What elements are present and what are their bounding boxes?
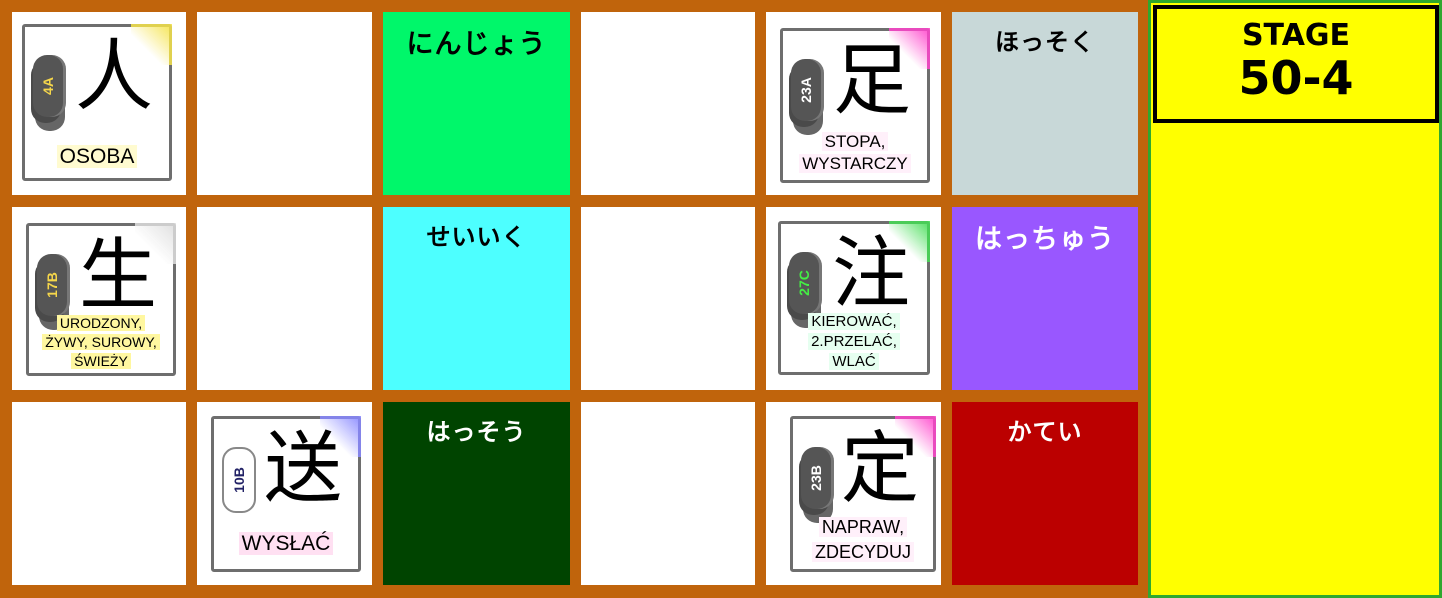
kanji-card: 23B 定 NAPRAW, ZDECYDUJ	[790, 416, 936, 572]
stage-code: 27C	[796, 270, 812, 296]
kanji-character: 人	[74, 32, 153, 122]
empty-tile[interactable]	[581, 12, 755, 195]
stage-code: 23B	[808, 465, 824, 491]
kanji-meaning: KIEROWAĆ, 2.PRZELAĆ, WLAĆ	[785, 312, 923, 372]
kanji-tile-fix[interactable]: 23B 定 NAPRAW, ZDECYDUJ	[766, 402, 941, 585]
meaning-line: STOPA,	[821, 132, 889, 151]
meaning-line: 2.PRZELAĆ,	[808, 333, 900, 350]
kanji-tile-foot[interactable]: 23A 足 STOPA, WYSTARCZY	[766, 12, 941, 195]
kanji-card: 17B 生 URODZONY, ŻYWY, SUROWY, ŚWIEŻY	[26, 223, 176, 376]
reading-text: はっちゅう	[975, 224, 1115, 255]
empty-tile[interactable]	[12, 402, 186, 585]
kanji-character: 足	[832, 36, 911, 126]
meaning-line: WLAĆ	[829, 353, 879, 370]
stage-code-badge: 4A	[33, 55, 63, 117]
kanji-tile-send[interactable]: 10B 送 WYSŁAĆ	[197, 402, 372, 585]
stage-code: 17B	[44, 272, 60, 298]
stage-code: 23A	[798, 77, 814, 103]
kanji-character: 生	[78, 231, 157, 321]
meaning-line: WYSŁAĆ	[238, 532, 334, 555]
kanji-meaning: NAPRAW, ZDECYDUJ	[797, 515, 929, 565]
meaning-line: KIEROWAĆ,	[808, 313, 900, 330]
kanji-character: 定	[840, 424, 919, 514]
stage-code-badge: 10B	[222, 447, 256, 513]
empty-tile[interactable]	[581, 207, 755, 390]
word-tile-seiiku[interactable]: せいいく	[383, 207, 570, 390]
kanji-meaning: URODZONY, ŻYWY, SUROWY, ŚWIEŻY	[33, 314, 169, 371]
meaning-line: ŚWIEŻY	[71, 353, 131, 369]
word-tile-ninjou[interactable]: にんじょう	[383, 12, 570, 195]
game-board: 4A 人 OSOBA にんじょう 23A 足 STOPA, WYSTARCZY …	[0, 0, 1148, 598]
reading-text: せいいく	[426, 223, 527, 251]
kanji-card: 4A 人 OSOBA	[22, 24, 172, 181]
stage-code-badge: 23A	[791, 59, 821, 121]
stage-indicator: STAGE 50-4	[1153, 5, 1439, 123]
kanji-character: 注	[831, 229, 910, 319]
meaning-line: OSOBA	[56, 145, 138, 168]
reading-text: にんじょう	[406, 29, 547, 60]
reading-text: かてい	[1007, 418, 1083, 446]
stage-code: 4A	[40, 77, 56, 95]
reading-text: はっそう	[426, 418, 527, 446]
meaning-line: URODZONY,	[56, 315, 146, 331]
kanji-card: 10B 送 WYSŁAĆ	[211, 416, 361, 572]
meaning-line: NAPRAW,	[818, 517, 908, 537]
stage-code-badge: 27C	[789, 252, 819, 314]
stage-code: 10B	[231, 467, 247, 493]
kanji-tile-person[interactable]: 4A 人 OSOBA	[12, 12, 186, 195]
stage-panel: STAGE 50-4	[1148, 0, 1442, 598]
empty-tile[interactable]	[197, 207, 372, 390]
word-tile-hacchuu[interactable]: はっちゅう	[952, 207, 1138, 390]
kanji-character: 送	[263, 424, 342, 514]
empty-tile[interactable]	[197, 12, 372, 195]
meaning-line: ŻYWY, SUROWY,	[42, 334, 160, 350]
stage-label: STAGE	[1241, 18, 1351, 53]
word-tile-katei[interactable]: かてい	[952, 402, 1138, 585]
word-tile-hossoku[interactable]: ほっそく	[952, 12, 1138, 195]
kanji-card: 23A 足 STOPA, WYSTARCZY	[780, 28, 930, 183]
kanji-tile-life[interactable]: 17B 生 URODZONY, ŻYWY, SUROWY, ŚWIEŻY	[12, 207, 186, 390]
word-tile-hassou[interactable]: はっそう	[383, 402, 570, 585]
kanji-meaning: WYSŁAĆ	[218, 531, 354, 557]
stage-number: 50-4	[1238, 51, 1354, 105]
empty-tile[interactable]	[581, 402, 755, 585]
meaning-line: ZDECYDUJ	[811, 542, 914, 562]
kanji-meaning: STOPA, WYSTARCZY	[787, 131, 923, 175]
reading-text: ほっそく	[995, 28, 1095, 56]
kanji-tile-pour[interactable]: 27C 注 KIEROWAĆ, 2.PRZELAĆ, WLAĆ	[766, 207, 941, 390]
meaning-line: WYSTARCZY	[799, 154, 911, 173]
stage-code-badge: 17B	[37, 254, 67, 316]
stage-code-badge: 23B	[801, 447, 831, 509]
kanji-meaning: OSOBA	[29, 145, 165, 169]
kanji-card: 27C 注 KIEROWAĆ, 2.PRZELAĆ, WLAĆ	[778, 221, 930, 375]
